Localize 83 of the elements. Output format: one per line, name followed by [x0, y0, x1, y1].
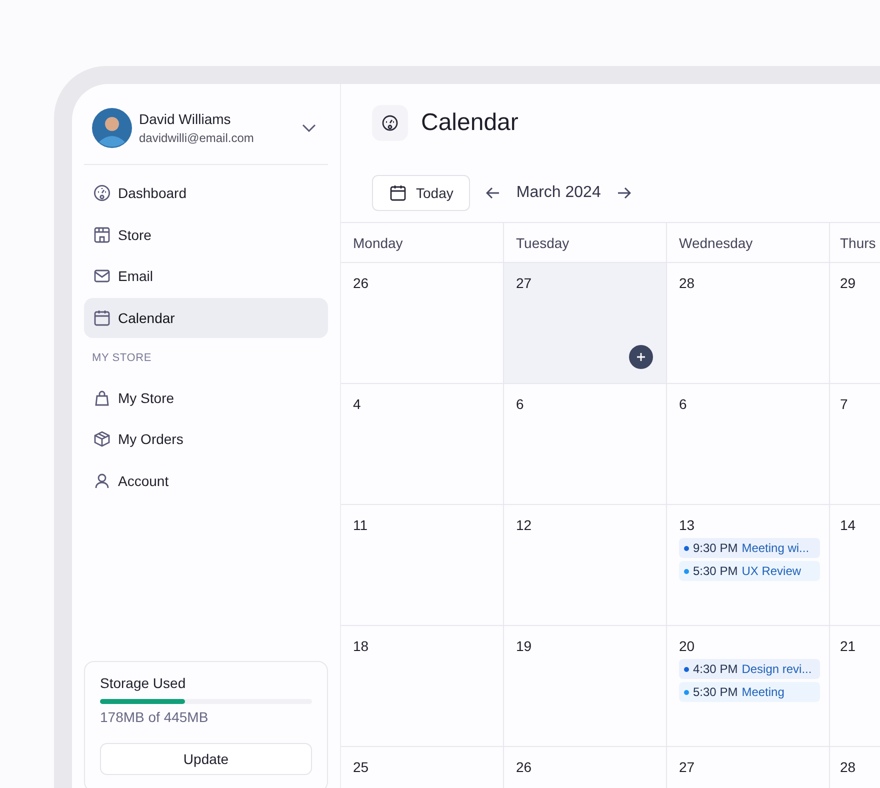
calendar-icon — [389, 184, 407, 202]
storage-reading: 178MB of 445MB — [100, 709, 210, 725]
package-icon — [93, 430, 111, 448]
nav-item[interactable]: Dashboard — [84, 173, 328, 213]
event-chip[interactable]: 5:30 PM UX Review — [679, 561, 820, 581]
user-email: davidwilli@email.com — [139, 131, 255, 145]
user-icon — [93, 472, 111, 490]
day-cell[interactable]: 27 — [504, 263, 667, 384]
day-number: 6 — [516, 396, 524, 412]
shopping-bag-icon — [93, 388, 111, 407]
weekday-header: Wednesday — [667, 223, 830, 263]
event-title: Meeting wi... — [742, 541, 810, 555]
weekday-header: Thurs — [830, 223, 880, 263]
user-name: David Williams — [139, 111, 232, 127]
event-chip[interactable]: 5:30 PM Meeting — [679, 682, 820, 702]
weekday-header: Monday — [341, 223, 504, 263]
day-cell[interactable]: 12 — [504, 505, 667, 626]
event-title: UX Review — [742, 564, 802, 578]
day-cell[interactable]: 6 — [504, 384, 667, 505]
day-number: 13 — [679, 517, 695, 533]
day-cell[interactable]: 26 — [504, 747, 667, 788]
day-cell[interactable]: 27 — [667, 747, 830, 788]
event-time: 5:30 PM — [693, 564, 738, 578]
nav-item[interactable]: Account — [84, 461, 328, 502]
gauge-icon — [93, 184, 111, 202]
page-title: Calendar — [421, 109, 518, 137]
storefront-icon — [93, 226, 111, 244]
day-cell[interactable]: 29 — [830, 263, 880, 384]
day-number: 26 — [516, 759, 532, 775]
day-cell[interactable]: 25 — [341, 747, 504, 788]
day-number: 11 — [353, 517, 368, 533]
day-number: 12 — [516, 517, 532, 533]
event-time: 4:30 PM — [693, 662, 738, 676]
day-cell[interactable]: 6 — [667, 384, 830, 505]
calendar-icon — [93, 309, 111, 328]
avatar-icon — [92, 108, 132, 148]
day-cell[interactable]: 11 — [341, 505, 504, 626]
day-number: 7 — [840, 396, 848, 412]
chevron-down-icon[interactable] — [302, 124, 316, 132]
day-number: 26 — [353, 275, 369, 291]
day-number: 25 — [353, 759, 369, 775]
event-chip[interactable]: 9:30 PM Meeting wi... — [679, 538, 820, 558]
nav-item[interactable]: Store — [84, 214, 328, 255]
day-number: 14 — [840, 517, 856, 533]
day-number: 27 — [516, 275, 532, 291]
day-cell[interactable]: 14 — [830, 505, 880, 626]
day-number: 29 — [840, 275, 856, 291]
day-cell[interactable]: 18 — [341, 626, 504, 747]
previous-arrow-icon[interactable] — [486, 187, 500, 199]
day-cell[interactable]: 19 — [504, 626, 667, 747]
gauge-icon — [372, 105, 408, 141]
day-number: 28 — [840, 759, 856, 775]
today-button[interactable]: Today — [372, 175, 470, 211]
day-cell[interactable]: 13 9:30 PM Meeting wi... 5:30 PM UX Review — [667, 505, 830, 626]
day-number: 18 — [353, 638, 369, 654]
day-cell[interactable]: 21 — [830, 626, 880, 747]
add-event-button[interactable] — [629, 345, 653, 369]
update-button[interactable]: Update — [100, 743, 312, 775]
day-cell[interactable]: 28 — [830, 747, 880, 788]
day-cell[interactable]: 7 — [830, 384, 880, 505]
nav-item[interactable]: Calendar — [84, 298, 328, 338]
day-number: 27 — [679, 759, 695, 775]
month-label: March 2024 — [516, 184, 601, 202]
nav-item[interactable]: My Orders — [84, 419, 328, 460]
day-number: 21 — [840, 638, 856, 654]
event-title: Meeting — [742, 685, 784, 699]
storage-title: Storage Used — [100, 675, 187, 691]
day-number: 4 — [353, 396, 361, 412]
day-number: 19 — [516, 638, 532, 654]
section-heading: MY STORE — [91, 350, 152, 366]
day-number: 6 — [679, 396, 687, 412]
day-cell[interactable]: 28 — [667, 263, 830, 384]
event-chip[interactable]: 4:30 PM Design revi... — [679, 659, 820, 679]
event-time: 5:30 PM — [693, 685, 738, 699]
nav-item[interactable]: My Store — [84, 378, 328, 418]
day-cell[interactable]: 20 4:30 PM Design revi... 5:30 PM Meeting — [667, 626, 830, 747]
nav-item[interactable]: Email — [84, 256, 328, 296]
event-title: Design revi... — [742, 662, 812, 676]
day-number: 20 — [679, 638, 695, 654]
next-arrow-icon[interactable] — [616, 187, 631, 199]
event-time: 9:30 PM — [693, 541, 738, 555]
day-number: 28 — [679, 275, 695, 291]
day-cell[interactable]: 4 — [341, 384, 504, 505]
